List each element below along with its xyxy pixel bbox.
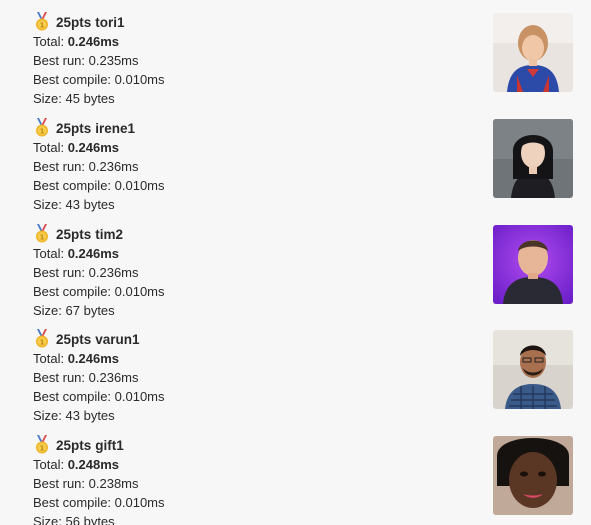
gold-medal-icon <box>33 12 51 31</box>
total-value: 0.246ms <box>67 34 120 49</box>
entry-info: 25pts irene1 Total: 0.246ms Best run: 0.… <box>33 119 165 214</box>
entry-points: 25pts <box>56 121 92 136</box>
entry-best-compile: Best compile: 0.010ms <box>33 495 165 510</box>
leaderboard-entry: 25pts gift1 Total: 0.248ms Best run: 0.2… <box>0 436 591 525</box>
entry-best-run: Best run: 0.235ms <box>33 53 139 68</box>
entry-total: Total: 0.246ms <box>33 349 165 368</box>
gold-medal-icon <box>33 435 51 454</box>
entry-best-run: Best run: 0.236ms <box>33 265 139 280</box>
entry-best-compile: Best compile: 0.010ms <box>33 178 165 193</box>
leaderboard-entry: 25pts tim2 Total: 0.246ms Best run: 0.23… <box>0 225 591 331</box>
leaderboard-entry: 25pts varun1 Total: 0.246ms Best run: 0.… <box>0 330 591 436</box>
entry-best-run: Best run: 0.236ms <box>33 159 139 174</box>
entry-info: 25pts tim2 Total: 0.246ms Best run: 0.23… <box>33 225 165 320</box>
total-label: Total: <box>33 457 65 472</box>
entry-size: Size: 43 bytes <box>33 408 115 423</box>
entry-total: Total: 0.248ms <box>33 455 165 474</box>
avatar[interactable] <box>493 436 573 515</box>
avatar[interactable] <box>493 119 573 198</box>
entry-header: 25pts gift1 <box>33 436 165 455</box>
entry-best-compile: Best compile: 0.010ms <box>33 389 165 404</box>
entry-total: Total: 0.246ms <box>33 32 165 51</box>
entry-size: Size: 43 bytes <box>33 197 115 212</box>
entry-best-run: Best run: 0.236ms <box>33 370 139 385</box>
entry-username[interactable]: gift1 <box>95 436 124 455</box>
avatar[interactable] <box>493 225 573 304</box>
total-label: Total: <box>33 34 65 49</box>
gold-medal-icon <box>33 118 51 137</box>
total-label: Total: <box>33 246 65 261</box>
avatar[interactable] <box>493 13 573 92</box>
entry-size: Size: 67 bytes <box>33 303 115 318</box>
entry-username[interactable]: tori1 <box>95 13 124 32</box>
entry-best-compile: Best compile: 0.010ms <box>33 72 165 87</box>
entry-best-run: Best run: 0.238ms <box>33 476 139 491</box>
entry-total: Total: 0.246ms <box>33 244 165 263</box>
entry-username[interactable]: varun1 <box>95 330 139 349</box>
entry-info: 25pts gift1 Total: 0.248ms Best run: 0.2… <box>33 436 165 525</box>
entry-header: 25pts varun1 <box>33 330 165 349</box>
total-value: 0.246ms <box>67 351 120 366</box>
total-value: 0.248ms <box>67 457 120 472</box>
total-label: Total: <box>33 351 65 366</box>
leaderboard-entry: 25pts tori1 Total: 0.246ms Best run: 0.2… <box>0 13 591 119</box>
entry-best-compile: Best compile: 0.010ms <box>33 284 165 299</box>
entry-points: 25pts <box>56 438 92 453</box>
entry-size: Size: 56 bytes <box>33 514 115 525</box>
total-label: Total: <box>33 140 65 155</box>
leaderboard-list: 25pts tori1 Total: 0.246ms Best run: 0.2… <box>0 0 591 525</box>
entry-points: 25pts <box>56 15 92 30</box>
entry-points: 25pts <box>56 227 92 242</box>
gold-medal-icon <box>33 224 51 243</box>
entry-header: 25pts irene1 <box>33 119 165 138</box>
avatar[interactable] <box>493 330 573 409</box>
entry-size: Size: 45 bytes <box>33 91 115 106</box>
entry-header: 25pts tori1 <box>33 13 165 32</box>
entry-info: 25pts varun1 Total: 0.246ms Best run: 0.… <box>33 330 165 425</box>
total-value: 0.246ms <box>67 246 120 261</box>
total-value: 0.246ms <box>67 140 120 155</box>
entry-username[interactable]: irene1 <box>95 119 135 138</box>
entry-total: Total: 0.246ms <box>33 138 165 157</box>
entry-info: 25pts tori1 Total: 0.246ms Best run: 0.2… <box>33 13 165 108</box>
entry-header: 25pts tim2 <box>33 225 165 244</box>
gold-medal-icon <box>33 329 51 348</box>
entry-points: 25pts <box>56 332 92 347</box>
entry-username[interactable]: tim2 <box>95 225 123 244</box>
leaderboard-entry: 25pts irene1 Total: 0.246ms Best run: 0.… <box>0 119 591 225</box>
